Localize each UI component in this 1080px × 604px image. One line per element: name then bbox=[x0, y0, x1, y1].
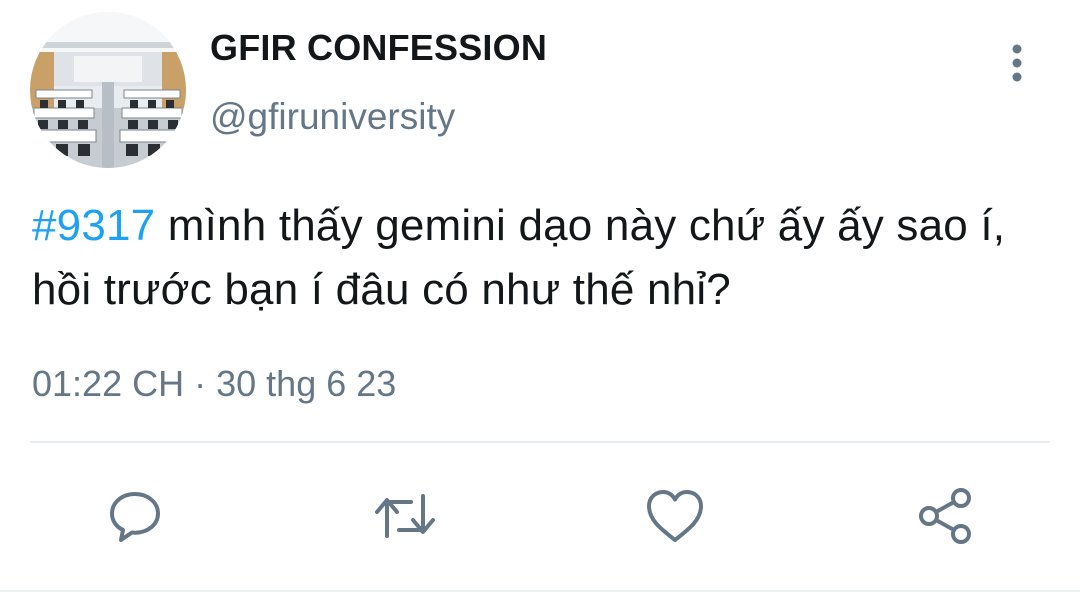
more-vertical-icon bbox=[1012, 44, 1022, 82]
tweet-content: mình thấy gemini dạo này chứ ấy ấy sao í… bbox=[32, 201, 1006, 314]
action-bar bbox=[0, 484, 1080, 548]
account-handle[interactable]: @gfiruniversity bbox=[210, 96, 455, 138]
meta-separator: · bbox=[194, 363, 207, 404]
classroom-image bbox=[30, 12, 186, 168]
more-options-button[interactable] bbox=[996, 40, 1038, 86]
retweet-button[interactable] bbox=[373, 484, 437, 548]
display-name[interactable]: GFIR CONFESSION bbox=[210, 28, 547, 68]
share-button[interactable] bbox=[913, 484, 977, 548]
hashtag-link[interactable]: #9317 bbox=[32, 201, 155, 250]
tweet-date: 30 thg 6 23 bbox=[216, 363, 397, 404]
reply-button[interactable] bbox=[103, 484, 167, 548]
bottom-divider bbox=[0, 590, 1080, 592]
divider bbox=[30, 441, 1050, 443]
reply-icon bbox=[110, 492, 160, 542]
avatar[interactable] bbox=[30, 12, 186, 168]
retweet-icon bbox=[375, 494, 435, 538]
share-icon bbox=[919, 488, 971, 544]
tweet-time: 01:22 CH bbox=[32, 363, 185, 404]
tweet-timestamp: 01:22 CH · 30 thg 6 23 bbox=[32, 362, 396, 406]
like-button[interactable] bbox=[643, 484, 707, 548]
heart-icon bbox=[647, 490, 703, 542]
tweet-text: #9317 mình thấy gemini dạo này chứ ấy ấy… bbox=[32, 194, 1062, 322]
